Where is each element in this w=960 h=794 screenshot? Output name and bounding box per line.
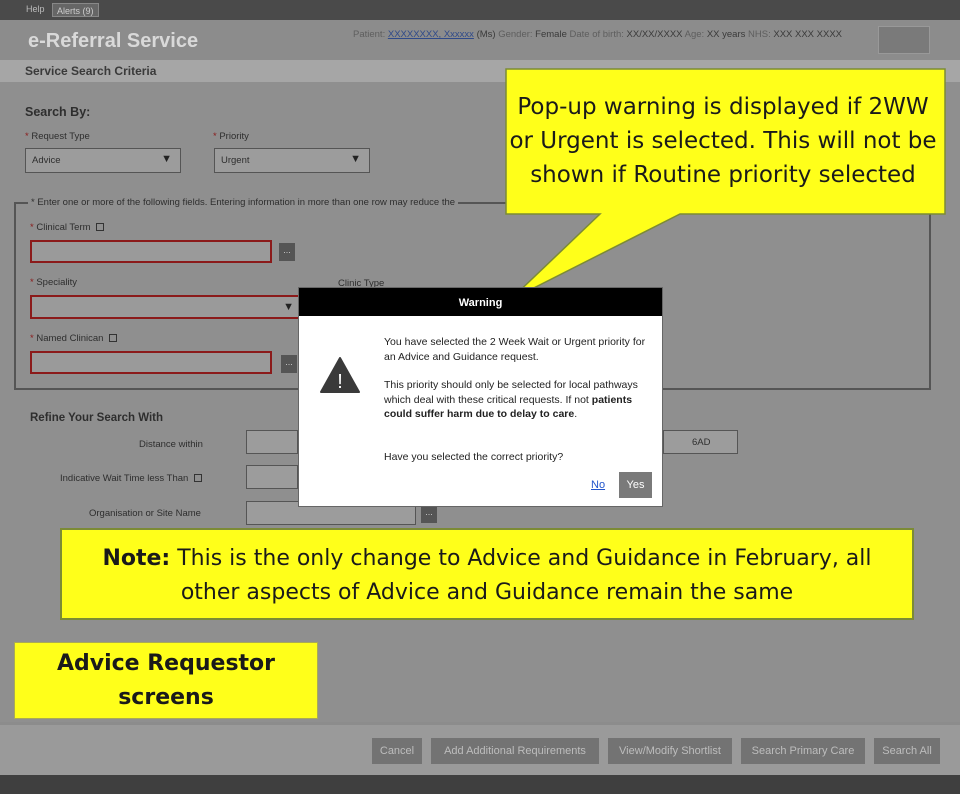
note-text: Note: This is the only change to Advice … bbox=[62, 542, 912, 610]
svg-text:!: ! bbox=[337, 371, 343, 393]
warning-triangle-icon: ! bbox=[320, 357, 360, 393]
note-line-2: other aspects of Advice and Guidance rem… bbox=[180, 580, 794, 605]
requestor-text: Advice Requestor screens bbox=[15, 647, 317, 715]
popup-callout-line: shown if Routine priority selected bbox=[530, 162, 916, 188]
note-line-1-text: This is the only change to Advice and Gu… bbox=[170, 546, 872, 571]
no-button[interactable]: No bbox=[591, 479, 605, 491]
note-line-1: Note: This is the only change to Advice … bbox=[62, 542, 912, 576]
requestor-line-1: Advice Requestor bbox=[56, 651, 276, 676]
dialog-question: Have you selected the correct priority? bbox=[384, 451, 564, 463]
note-label: Note: bbox=[102, 546, 171, 571]
popup-callout-text: Pop-up warning is displayed if 2WW or Ur… bbox=[506, 90, 940, 192]
popup-callout-line: Pop-up warning is displayed if 2WW bbox=[517, 94, 929, 120]
dialog-para-2: This priority should only be selected fo… bbox=[384, 378, 654, 422]
requestor-callout: Advice Requestor screens bbox=[14, 642, 318, 719]
dialog-title: Warning bbox=[299, 288, 662, 316]
warning-dialog: Warning ! You have selected the 2 Week W… bbox=[298, 287, 663, 507]
yes-button[interactable]: Yes bbox=[619, 472, 652, 498]
dialog-para-2-end: . bbox=[574, 408, 578, 420]
note-callout: Note: This is the only change to Advice … bbox=[60, 528, 914, 620]
requestor-line-2: screens bbox=[118, 685, 214, 710]
dialog-para-1: You have selected the 2 Week Wait or Urg… bbox=[384, 336, 646, 363]
popup-callout-line: or Urgent is selected. This will not be bbox=[509, 128, 937, 154]
